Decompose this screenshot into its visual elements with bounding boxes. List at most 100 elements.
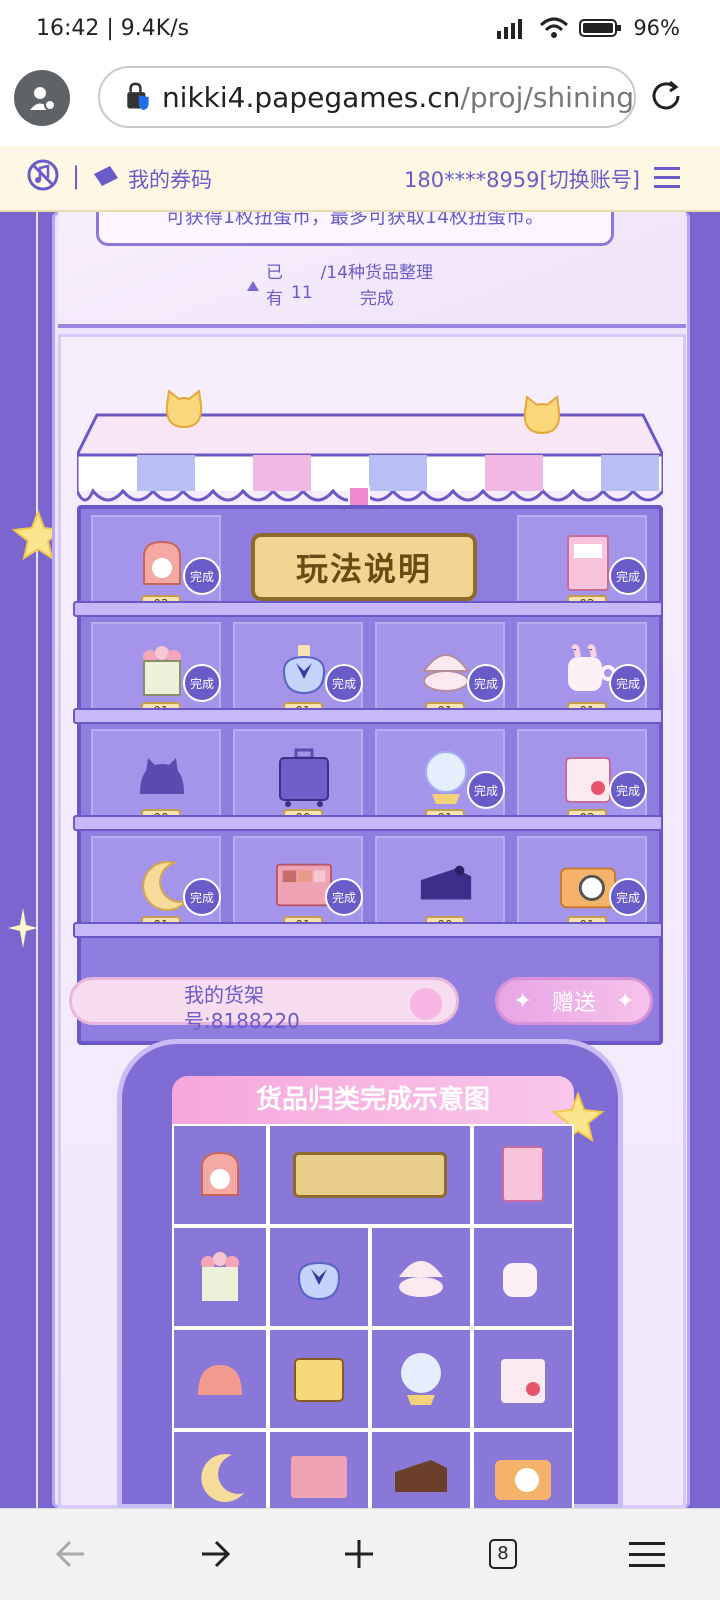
sign-placeholder [268, 1124, 472, 1226]
shelf-slot[interactable]: 完成 01 [517, 836, 647, 934]
completed-badge: 完成 [183, 664, 221, 702]
triangle-icon [247, 281, 259, 291]
music-toggle[interactable] [26, 158, 60, 196]
backpack-icon [133, 535, 191, 593]
address-bar[interactable]: nikki4.papegames.cn/proj/shining [98, 66, 636, 128]
gift-button[interactable]: ✦ 赠送 ✦ [495, 977, 653, 1025]
user-add-icon [30, 87, 56, 111]
shelf-slot[interactable]: 完成 02 [517, 729, 647, 827]
music-off-icon [27, 159, 59, 191]
cat-hat-icon [133, 749, 191, 807]
moon-pillow-icon [172, 1430, 268, 1508]
profile-button[interactable] [14, 70, 70, 126]
progress-panel: 可获得1枚扭蛋币，最多可获取14枚扭蛋币。 已有 11 /14种货品整理 完成 [58, 212, 686, 328]
shelf-plank [73, 815, 663, 831]
site-header: | 我的券码 180****8959[切换账号] [0, 146, 720, 212]
site-lock-icon [127, 82, 149, 111]
cake-icon [417, 856, 475, 914]
crystal-ball-icon [417, 749, 475, 807]
arrow-right-icon [202, 1540, 231, 1568]
shelf-plank [73, 708, 663, 724]
perfume-bottle-icon [268, 1226, 370, 1328]
status-icons: 96% [495, 16, 680, 40]
shelf-plank [73, 601, 663, 617]
shelf-slot[interactable]: 完成 01 [233, 622, 363, 720]
makeup-palette-icon [275, 856, 333, 914]
shelf-row: 00 00 完成 01 完成 02 [81, 723, 659, 830]
progress-suffix-2: 完成 [359, 289, 394, 309]
browser-toolbar: nikki4.papegames.cn/proj/shining [0, 62, 720, 146]
bunny-mug-icon [472, 1226, 574, 1328]
camera-icon [559, 856, 617, 914]
suitcase-icon [275, 748, 333, 807]
milk-carton-icon [559, 749, 617, 807]
account-switch-link[interactable]: 180****8959[切换账号] [404, 164, 640, 194]
arrow-left-icon [55, 1540, 84, 1568]
tab-count: 8 [489, 1539, 517, 1569]
bunny-mug-icon [559, 642, 617, 700]
ticket-icon[interactable] [92, 164, 120, 192]
completed-badge: 完成 [609, 771, 647, 809]
coin-tip: 可获得1枚扭蛋币，最多可获取14枚扭蛋币。 [96, 212, 614, 246]
decorative-side-line [36, 212, 38, 1508]
my-shelf-number[interactable]: 我的货架 号:8188220 [69, 977, 459, 1033]
copy-icon[interactable] [410, 988, 442, 1020]
shelf-panel: 完成 02 完成 02 完成 01 完成 0 [58, 334, 686, 1508]
cat-ornament-icon [523, 395, 561, 435]
shelf-slot[interactable]: 完成 02 [91, 515, 221, 613]
shelf-slot[interactable]: 00 [375, 836, 505, 934]
diagram-title: 货品归类完成示意图 [172, 1076, 574, 1124]
shelf-slot[interactable]: 完成 01 [517, 622, 647, 720]
milk-carton-icon [472, 1328, 574, 1430]
forward-button[interactable] [192, 1531, 238, 1577]
sparkle-icon: ✦ [616, 988, 635, 1014]
diagram-grid [172, 1124, 574, 1508]
plus-icon [345, 1540, 373, 1568]
status-time-speed: 16:42 | 9.4K/s [36, 16, 190, 41]
browser-bottom-nav: 8 [0, 1508, 720, 1600]
reload-button[interactable] [648, 78, 684, 118]
progress-count: 11 [291, 283, 313, 303]
shelf-slot[interactable]: 完成 01 [233, 836, 363, 934]
completed-badge: 完成 [609, 557, 647, 595]
sparkle-icon: ✦ [513, 988, 532, 1014]
shelf-slot[interactable]: 00 [233, 729, 363, 827]
shelf-slot[interactable]: 完成 01 [91, 622, 221, 720]
shelf-slot[interactable]: 完成 01 [375, 729, 505, 827]
completed-badge: 完成 [609, 878, 647, 916]
tabs-button[interactable]: 8 [480, 1531, 526, 1577]
shelf-slot[interactable]: 00 [91, 729, 221, 827]
progress-status: 已有 11 /14种货品整理 完成 [246, 260, 433, 312]
shelf-slot[interactable]: 完成 02 [517, 515, 647, 613]
site-menu-button[interactable] [652, 162, 682, 196]
battery-percent: 96% [633, 16, 680, 40]
cat-ornament-icon [165, 389, 203, 429]
perfume-bottle-icon [275, 642, 333, 700]
progress-prefix-2: 有 [266, 289, 283, 309]
completed-badge: 完成 [325, 878, 363, 916]
shelf-slot[interactable]: 完成 01 [375, 622, 505, 720]
url-text: nikki4.papegames.cn/proj/shining [162, 81, 634, 114]
new-tab-button[interactable] [336, 1531, 382, 1577]
shelf-row: 完成 01 完成 01 完成 01 完成 01 [81, 616, 659, 723]
completed-badge: 完成 [467, 771, 505, 809]
shell-icon [417, 642, 475, 700]
url-path: /proj/shining [460, 80, 634, 114]
reload-icon [652, 80, 680, 110]
gift-button-label: 赠送 [551, 991, 596, 1016]
signal-icon [497, 19, 523, 39]
shelf-plank [73, 922, 663, 938]
completed-badge: 完成 [325, 664, 363, 702]
shell-icon [370, 1226, 472, 1328]
header-separator: | [72, 162, 81, 190]
instructions-button[interactable]: 玩法说明 [251, 533, 477, 601]
browser-menu-button[interactable] [624, 1531, 670, 1577]
cat-hat-icon [172, 1328, 268, 1430]
photo-album-icon [559, 535, 617, 593]
back-button[interactable] [48, 1531, 94, 1577]
shelf-slot[interactable]: 完成 01 [91, 836, 221, 934]
status-bar: 16:42 | 9.4K/s 96% [0, 0, 720, 62]
shelf-row: 完成 01 完成 01 00 完成 01 [81, 830, 659, 937]
my-coupon-link[interactable]: 我的券码 [128, 164, 212, 194]
completed-badge: 完成 [183, 557, 221, 595]
